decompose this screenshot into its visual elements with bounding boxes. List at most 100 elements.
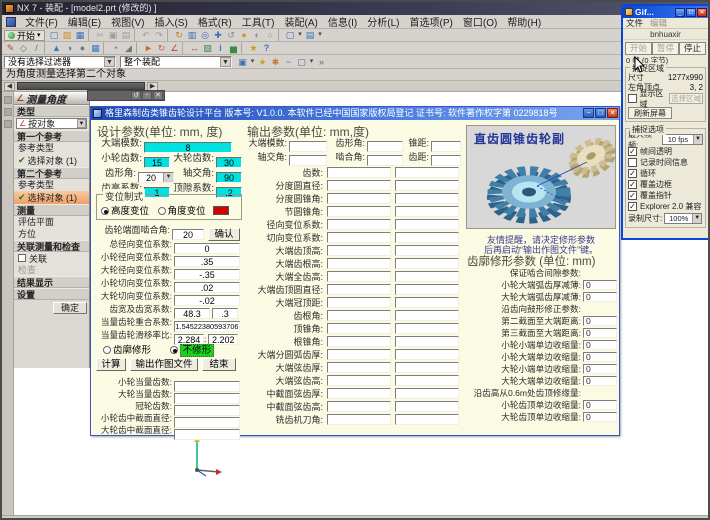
section-first-reference[interactable]: 第一个参考 [14,130,89,142]
section-results[interactable]: 结果显示 [14,276,89,288]
new-file-icon[interactable]: ▢ [48,29,61,41]
extrude-icon[interactable]: ▲ [50,42,63,54]
output-pinion-field[interactable] [327,284,391,295]
hole-icon[interactable]: ● [76,42,89,54]
copy-icon[interactable]: ▣ [107,29,120,41]
analysis-icon[interactable]: ▧ [201,42,214,54]
modification-field[interactable]: 0 [583,292,617,302]
profile-mod-radio[interactable] [103,346,111,354]
orbit-icon[interactable]: ↺ [225,29,238,41]
output-pinion-field[interactable] [327,167,391,178]
output-gear-field[interactable] [395,232,459,243]
assembly-constraint-icon[interactable]: ∠ [168,42,181,54]
select-region-button[interactable]: 选择区域 [669,93,703,104]
section-measure[interactable]: 测量 [14,204,89,216]
section-second-reference[interactable]: 第二个参考 [14,167,89,179]
output-gear-field[interactable] [395,414,459,425]
sphere-icon[interactable]: ● [238,29,251,41]
select-object-1[interactable]: ✔选择对象 (1) [14,154,89,167]
option-checkbox[interactable] [628,169,637,178]
close-icon[interactable]: ✕ [697,8,707,17]
output-pinion-field[interactable] [327,310,391,321]
type-dropdown[interactable]: ∠按对象▼ [14,117,89,130]
dropdown-caret-icon[interactable]: ▼ [692,214,701,223]
output-pinion-field[interactable] [327,323,391,334]
no-mod-radio[interactable] [170,346,178,354]
output-pinion-field[interactable] [327,414,391,425]
color-swatch[interactable] [213,206,229,215]
dropdown-caret-icon[interactable]: ▾ [308,56,315,68]
sketch-icon[interactable]: ✎ [4,42,17,54]
separator[interactable] [134,29,139,41]
rect-select-icon[interactable]: ▢ [295,56,308,68]
section-associative[interactable]: 关联测量和检查 [14,240,89,252]
output-gear-field[interactable] [395,297,459,308]
output-pinion-field[interactable] [327,362,391,373]
menu-item[interactable]: 信息(I) [323,18,362,29]
datum-plane-icon[interactable]: ◇ [17,42,30,54]
separator[interactable] [88,29,93,41]
output-gear-field[interactable] [395,284,459,295]
output-top-field[interactable] [289,155,327,166]
fit-view-icon[interactable]: ◎ [199,29,212,41]
calculate-button[interactable]: 计算 [96,358,126,371]
rotate-component-icon[interactable]: ↻ [155,42,168,54]
menu-item[interactable]: 视图(V) [106,18,149,29]
panel-title[interactable]: ∠测量角度 [14,92,89,105]
pan-icon[interactable]: ✚ [212,29,225,41]
menu-item[interactable]: 首选项(P) [405,18,458,29]
gif-menu-file[interactable]: 文件 [626,17,643,29]
menu-item[interactable]: 插入(S) [149,18,192,29]
output-gear-field[interactable] [395,375,459,386]
output-gear-field[interactable] [395,336,459,347]
dropdown-caret-icon[interactable]: ▾ [249,56,256,68]
output-pinion-field[interactable] [327,219,391,230]
output-gear-field[interactable] [395,245,459,256]
menu-item[interactable]: 格式(R) [193,18,237,29]
separator[interactable] [167,29,172,41]
select-object-2-active[interactable]: ✔选择对象 (1) [14,191,89,204]
output-gear-field[interactable] [395,219,459,230]
end-button[interactable]: 结束 [202,358,236,371]
info-icon[interactable]: i [214,42,227,54]
option-checkbox[interactable] [628,180,637,189]
layout-icon[interactable]: ▢ [284,29,297,41]
minimize-icon[interactable]: _ [675,8,685,17]
modification-field[interactable]: 0 [583,412,617,422]
fps-combo[interactable]: 10 fps▼ [662,134,703,145]
angle-shift-radio[interactable] [158,207,166,215]
output-gear-field[interactable] [395,271,459,282]
separator[interactable] [136,42,141,54]
dropdown-caret-icon[interactable]: ▼ [163,173,173,182]
restore-icon[interactable]: ↺ [131,91,141,100]
output-gear-field[interactable] [395,323,459,334]
record-size-combo[interactable]: 100%▼ [664,213,702,224]
dropdown-caret-icon[interactable]: ▼ [77,119,86,128]
output-pinion-field[interactable] [327,336,391,347]
orientation-item[interactable]: 方位 [14,228,89,240]
dropdown-caret-icon[interactable]: ▾ [317,29,324,41]
menu-item[interactable]: 分析(L) [362,18,404,29]
chamfer-icon[interactable]: ◢ [122,42,135,54]
resource-icon[interactable] [4,120,12,128]
output-pinion-field[interactable] [327,193,391,204]
output-pinion-field[interactable] [327,388,391,399]
output-gear-field[interactable] [395,193,459,204]
menu-item[interactable]: 窗口(O) [458,18,502,29]
layers-icon[interactable]: ▤ [304,29,317,41]
close-icon[interactable]: ✕ [607,108,618,118]
paste-icon[interactable]: ▤ [120,29,133,41]
output-gear-field[interactable] [395,180,459,191]
redo-icon[interactable]: ↷ [153,29,166,41]
gif-stop-button[interactable]: 停止 [679,42,706,55]
output-pinion-field[interactable] [327,349,391,360]
modification-field[interactable]: 0 [583,364,617,374]
window-icon[interactable]: ▥ [186,29,199,41]
option-checkbox[interactable] [628,202,637,211]
checkbox-icon[interactable] [18,254,26,262]
ok-button[interactable]: 确定 [53,302,87,314]
section-settings[interactable]: 设置 [14,288,89,300]
pattern-icon[interactable]: ▦ [89,42,102,54]
height-shift-radio[interactable] [101,207,109,215]
chart-icon[interactable]: ▅ [227,42,240,54]
